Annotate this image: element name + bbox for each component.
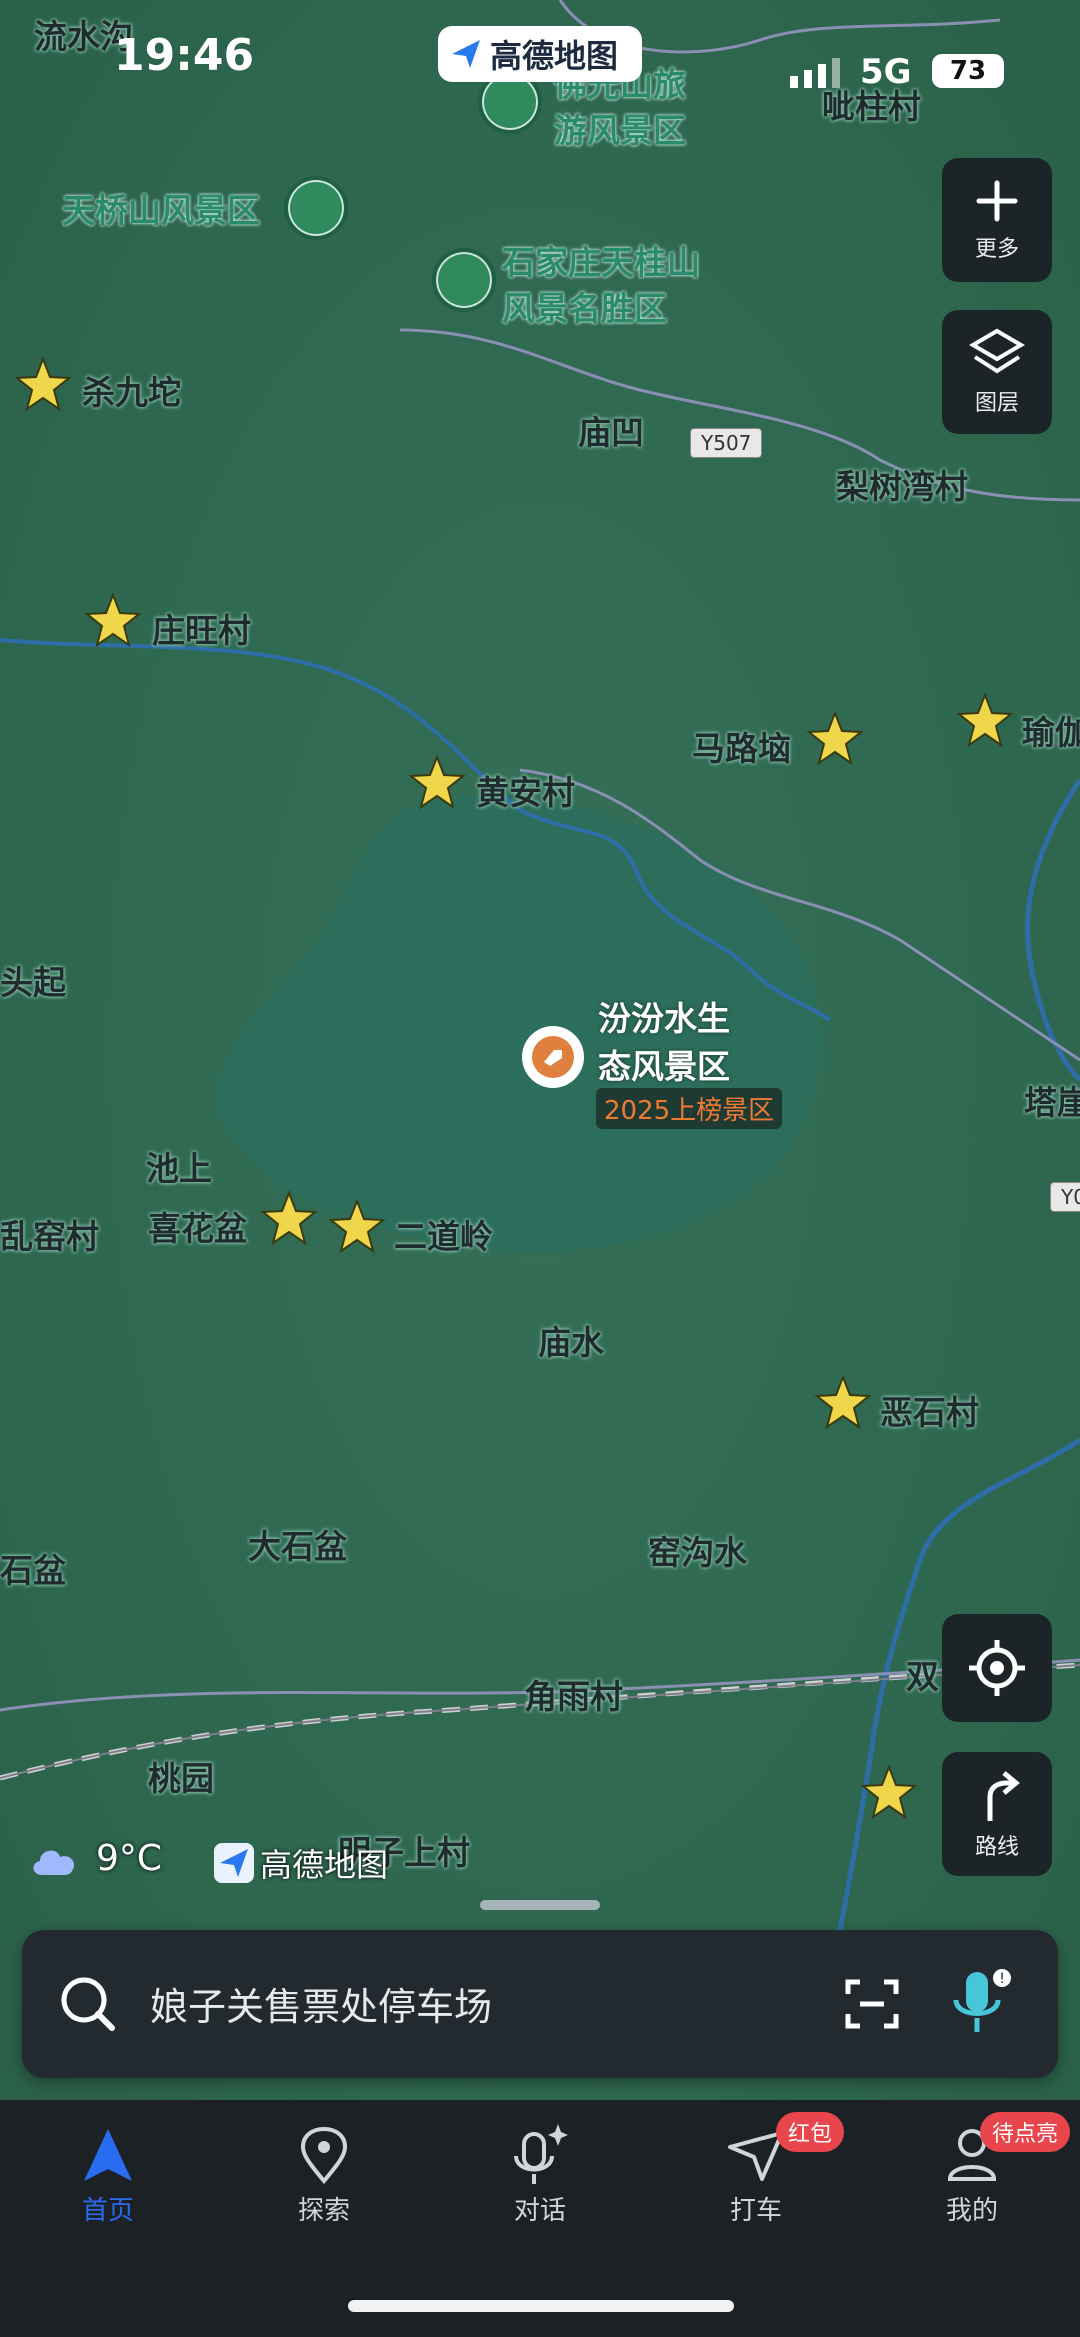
place-label[interactable]: 瑜伽 [1022,706,1080,754]
more-label: 更多 [974,237,1019,262]
star-mountain-icon[interactable] [956,692,1014,750]
battery-level: 73 [949,56,987,86]
home-indicator[interactable] [348,2300,734,2312]
route-arrow-icon [987,1771,1020,1821]
place-label[interactable]: 窑沟水 [648,1526,747,1574]
route-label: 路线 [974,1835,1019,1860]
weather-temp: 9°C [96,1838,163,1879]
place-label[interactable]: 桃园 [148,1752,214,1800]
mountain-scenic-icon[interactable] [432,248,496,312]
tab-explore[interactable]: 探索 [244,2120,404,2227]
place-label[interactable]: 头起 [0,956,66,1004]
star-mountain-icon[interactable] [860,1764,918,1822]
place-label[interactable]: 庄旺村 [152,604,251,652]
layers-label: 图层 [974,391,1019,416]
tab-home-label: 首页 [81,2196,134,2226]
search-placeholder[interactable]: 娘子关售票处停车场 [150,1976,492,2031]
taxi-redpacket-badge: 红包 [776,2112,845,2152]
place-label[interactable]: 双 [906,1650,939,1698]
amap-logo-icon [214,1843,254,1883]
place-label[interactable]: 恶石村 [880,1386,979,1434]
layers-icon [969,328,1025,374]
location-pin-icon [300,2126,348,2185]
scenic-label[interactable]: 石家庄天桂山 [502,236,700,284]
place-label[interactable]: 黄安村 [476,766,575,814]
place-label[interactable]: 喜花盆 [148,1202,247,1250]
tab-home[interactable]: 首页 [28,2120,188,2227]
poi-ranking-tag: 2025上榜景区 [596,1088,783,1129]
app-badge[interactable]: 高德地图 [438,26,642,82]
search-bar[interactable]: 娘子关售票处停车场 ! [22,1930,1058,2078]
signal-icon [790,58,840,88]
scan-icon[interactable] [842,1974,902,2034]
star-icon[interactable] [84,592,142,650]
tab-explore-label: 探索 [297,2196,350,2226]
place-label[interactable]: 大石盆 [248,1520,347,1568]
star-icon[interactable] [260,1190,318,1248]
star-icon[interactable] [814,1374,872,1432]
cloud-icon [33,1850,75,1875]
place-label[interactable]: 庙凹 [578,406,644,454]
star-icon[interactable] [328,1198,386,1256]
scenic-label[interactable]: 风景名胜区 [502,282,667,330]
poi-title-line1[interactable]: 汾汾水生 [598,992,730,1040]
place-label[interactable]: 二道岭 [394,1210,493,1258]
tab-chat[interactable]: 对话 [460,2120,620,2227]
place-label[interactable]: 石盆 [0,1544,66,1592]
voice-mic-icon[interactable]: ! [946,1966,1016,2040]
map-canvas[interactable]: 流水沟 佛光山旅 游风景区 呲柱村 天桥山风景区 石家庄天桂山 风景名胜区 杀九… [0,0,1080,2100]
tab-taxi-label: 打车 [729,2196,782,2226]
poi-title-line2[interactable]: 态风景区 [598,1040,730,1088]
app-badge-label: 高德地图 [490,37,619,75]
svg-text:!: ! [999,1971,1005,1987]
scenic-poi-marker[interactable] [522,1026,584,1088]
mountain-scenic-icon[interactable] [284,176,348,240]
crosshair-icon [969,1640,1025,1696]
place-label[interactable]: 庙水 [538,1316,604,1364]
search-icon [61,1977,115,2031]
home-arrow-icon [84,2129,132,2181]
microphone-sparkle-icon [514,2124,568,2184]
place-label[interactable]: 马路垴 [692,722,791,770]
scenic-label[interactable]: 游风景区 [554,104,686,152]
network-type: 5G [860,52,912,92]
place-label[interactable]: 角雨村 [524,1670,623,1718]
status-time: 19:46 [114,30,255,81]
ticket-icon [532,1036,574,1078]
place-label[interactable]: 乱窑村 [0,1210,99,1258]
road-shield: Y507 [690,428,763,458]
star-icon[interactable] [408,754,466,812]
locate-button[interactable] [942,1614,1052,1722]
layers-button[interactable]: 图层 [942,310,1052,434]
star-mountain-icon[interactable] [14,356,72,414]
tab-me-label: 我的 [945,2196,998,2226]
place-label[interactable]: 梨树湾村 [836,460,968,508]
tab-chat-label: 对话 [513,2196,566,2226]
sheet-grab-handle[interactable] [480,1900,600,1910]
route-button[interactable]: 路线 [942,1752,1052,1876]
me-badge: 待点亮 [980,2112,1071,2152]
watermark: 高德地图 [214,1840,388,1886]
place-label[interactable]: 杀九坨 [82,366,181,414]
watermark-label: 高德地图 [260,1846,389,1884]
amap-logo-icon [452,40,480,68]
place-label[interactable]: 池上 [146,1142,212,1190]
plus-icon [976,180,1018,222]
weather-widget[interactable]: 9°C [28,1838,162,1879]
scenic-label[interactable]: 天桥山风景区 [62,184,260,232]
place-label[interactable]: 塔崖 [1024,1076,1080,1124]
battery-icon: 73 [932,54,1004,88]
road-shield: Y0 [1050,1182,1080,1212]
more-button[interactable]: 更多 [942,158,1052,282]
star-icon[interactable] [806,710,864,768]
